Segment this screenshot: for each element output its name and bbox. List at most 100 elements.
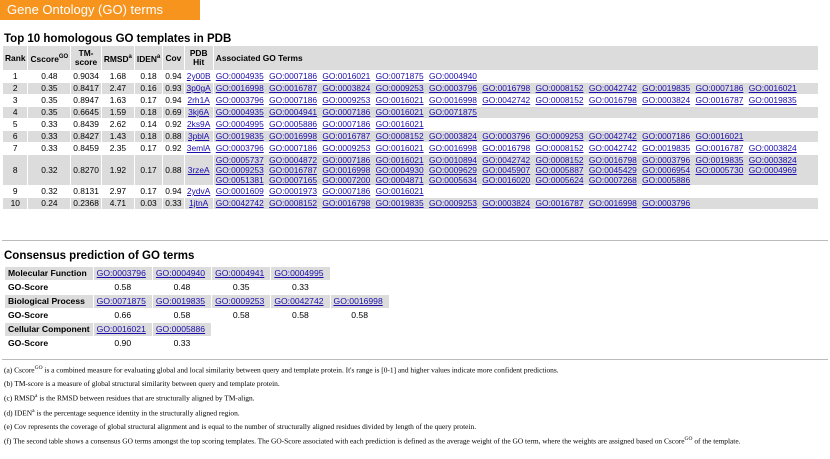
go-term-link[interactable]: GO:0008152 [536, 155, 584, 165]
go-term-link[interactable]: GO:0019835 [156, 296, 205, 306]
go-term-link[interactable]: GO:0005730 [695, 165, 743, 175]
go-term-link[interactable]: GO:0007186 [269, 143, 317, 153]
go-term-link[interactable]: GO:0009253 [322, 143, 370, 153]
go-term-link[interactable]: GO:0042742 [216, 198, 264, 208]
go-term-link[interactable]: GO:0016021 [695, 131, 743, 141]
go-term-link[interactable]: GO:0042742 [482, 155, 530, 165]
go-term-link[interactable]: GO:0003824 [749, 143, 797, 153]
go-term-link[interactable]: GO:0051381 [216, 175, 264, 185]
go-term-link[interactable]: GO:0019835 [695, 155, 743, 165]
go-term-link[interactable]: GO:0042742 [274, 296, 323, 306]
go-term-link[interactable]: GO:0016787 [695, 143, 743, 153]
go-term-link[interactable]: GO:0003824 [429, 131, 477, 141]
go-term-link[interactable]: GO:0005886 [642, 175, 690, 185]
go-term-link[interactable]: GO:0003796 [642, 155, 690, 165]
go-term-link[interactable]: GO:0016787 [695, 95, 743, 105]
go-term-link[interactable]: GO:0003796 [216, 143, 264, 153]
go-term-link[interactable]: GO:0071875 [376, 71, 424, 81]
go-term-link[interactable]: GO:0019835 [642, 83, 690, 93]
go-term-link[interactable]: GO:0045429 [589, 165, 637, 175]
go-term-link[interactable]: GO:0009253 [429, 198, 477, 208]
go-term-link[interactable]: GO:0016998 [589, 198, 637, 208]
go-term-link[interactable]: GO:0004995 [216, 119, 264, 129]
pdb-hit-link[interactable]: 2ydvA [187, 186, 210, 196]
go-term-link[interactable]: GO:0007186 [642, 131, 690, 141]
go-term-link[interactable]: GO:0004941 [269, 107, 317, 117]
go-term-link[interactable]: GO:0071875 [429, 107, 477, 117]
go-term-link[interactable]: GO:0009253 [216, 165, 264, 175]
go-term-link[interactable]: GO:0016020 [482, 175, 530, 185]
go-term-link[interactable]: GO:0003824 [322, 83, 370, 93]
go-term-link[interactable]: GO:0003824 [749, 155, 797, 165]
go-term-link[interactable]: GO:0016998 [269, 131, 317, 141]
go-term-link[interactable]: GO:0003796 [216, 95, 264, 105]
pdb-hit-link[interactable]: 3rzeA [188, 165, 210, 175]
go-term-link[interactable]: GO:0016021 [97, 324, 146, 334]
go-term-link[interactable]: GO:0042742 [482, 95, 530, 105]
go-term-link[interactable]: GO:0008152 [536, 83, 584, 93]
go-term-link[interactable]: GO:0016021 [376, 155, 424, 165]
go-term-link[interactable]: GO:0007186 [322, 186, 370, 196]
go-term-link[interactable]: GO:0016021 [376, 119, 424, 129]
go-term-link[interactable]: GO:0019835 [642, 143, 690, 153]
go-term-link[interactable]: GO:0045907 [482, 165, 530, 175]
go-term-link[interactable]: GO:0016798 [482, 83, 530, 93]
go-term-link[interactable]: GO:0009253 [536, 131, 584, 141]
go-term-link[interactable]: GO:0005887 [536, 165, 584, 175]
go-term-link[interactable]: GO:0007186 [269, 71, 317, 81]
go-term-link[interactable]: GO:0004941 [215, 268, 264, 278]
go-term-link[interactable]: GO:0004930 [376, 165, 424, 175]
go-term-link[interactable]: GO:0016798 [322, 198, 370, 208]
go-term-link[interactable]: GO:0042742 [589, 143, 637, 153]
go-term-link[interactable]: GO:0005737 [216, 155, 264, 165]
pdb-hit-link[interactable]: 3emlA [187, 143, 211, 153]
go-term-link[interactable]: GO:0016021 [749, 83, 797, 93]
go-term-link[interactable]: GO:0016021 [322, 71, 370, 81]
go-term-link[interactable]: GO:0004872 [269, 155, 317, 165]
go-term-link[interactable]: GO:0016787 [269, 83, 317, 93]
go-term-link[interactable]: GO:0016021 [376, 95, 424, 105]
go-term-link[interactable]: GO:0016998 [429, 143, 477, 153]
go-term-link[interactable]: GO:0007186 [695, 83, 743, 93]
go-term-link[interactable]: GO:0003796 [642, 198, 690, 208]
go-term-link[interactable]: GO:0016798 [589, 155, 637, 165]
go-term-link[interactable]: GO:0016787 [536, 198, 584, 208]
go-term-link[interactable]: GO:0001609 [216, 186, 264, 196]
go-term-link[interactable]: GO:0016998 [429, 95, 477, 105]
go-term-link[interactable]: GO:0003796 [97, 268, 146, 278]
go-term-link[interactable]: GO:0004940 [429, 71, 477, 81]
go-term-link[interactable]: GO:0007200 [322, 175, 370, 185]
go-term-link[interactable]: GO:0007186 [322, 107, 370, 117]
pdb-hit-link[interactable]: 1jtnA [189, 198, 208, 208]
go-term-link[interactable]: GO:0016998 [334, 296, 383, 306]
go-term-link[interactable]: GO:0007186 [269, 95, 317, 105]
go-term-link[interactable]: GO:0016787 [269, 165, 317, 175]
pdb-hit-link[interactable]: 2ks9A [187, 119, 210, 129]
pdb-hit-link[interactable]: 3pblA [188, 131, 209, 141]
pdb-hit-link[interactable]: 2y00B [187, 71, 211, 81]
go-term-link[interactable]: GO:0019835 [216, 131, 264, 141]
go-term-link[interactable]: GO:0003796 [429, 83, 477, 93]
go-term-link[interactable]: GO:0071875 [97, 296, 146, 306]
go-term-link[interactable]: GO:0003824 [642, 95, 690, 105]
go-term-link[interactable]: GO:0042742 [589, 131, 637, 141]
go-term-link[interactable]: GO:0005634 [429, 175, 477, 185]
go-term-link[interactable]: GO:0016021 [376, 107, 424, 117]
go-term-link[interactable]: GO:0004940 [156, 268, 205, 278]
go-term-link[interactable]: GO:0007165 [269, 175, 317, 185]
go-term-link[interactable]: GO:0008152 [536, 95, 584, 105]
go-term-link[interactable]: GO:0004935 [216, 71, 264, 81]
go-term-link[interactable]: GO:0001973 [269, 186, 317, 196]
go-term-link[interactable]: GO:0004969 [749, 165, 797, 175]
go-term-link[interactable]: GO:0007186 [322, 155, 370, 165]
go-term-link[interactable]: GO:0008152 [269, 198, 317, 208]
go-term-link[interactable]: GO:0004935 [216, 107, 264, 117]
go-term-link[interactable]: GO:0016998 [322, 165, 370, 175]
pdb-hit-link[interactable]: 3p0gA [187, 83, 211, 93]
go-term-link[interactable]: GO:0009629 [429, 165, 477, 175]
pdb-hit-link[interactable]: 2rh1A [187, 95, 209, 105]
go-term-link[interactable]: GO:0009253 [215, 296, 264, 306]
pdb-hit-link[interactable]: 3kj6A [188, 107, 209, 117]
go-term-link[interactable]: GO:0005886 [156, 324, 205, 334]
go-term-link[interactable]: GO:0003796 [482, 131, 530, 141]
